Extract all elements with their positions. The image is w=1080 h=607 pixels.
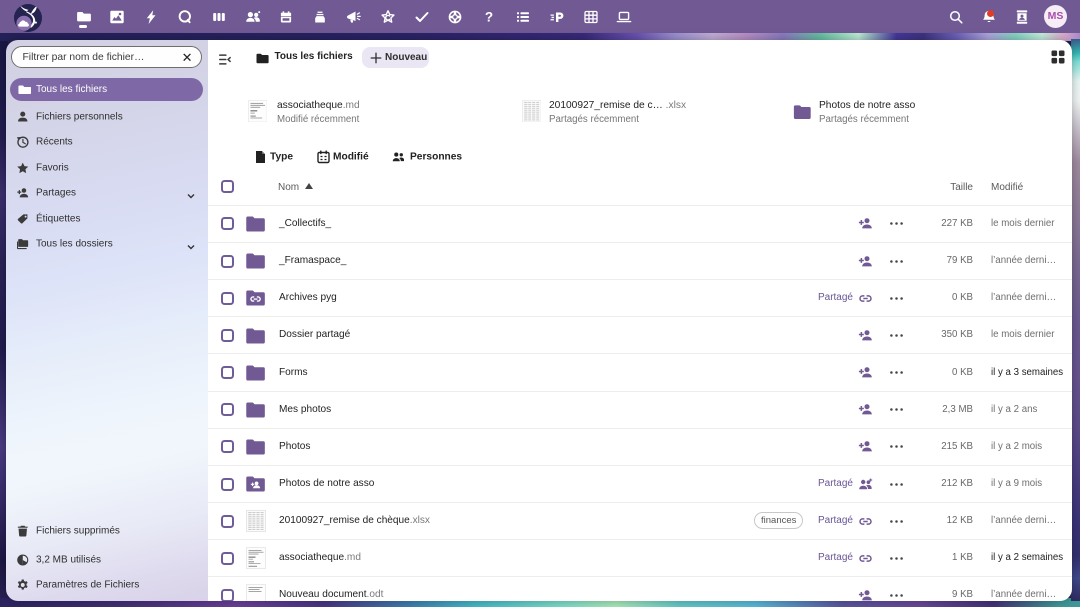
svg-text:?: ? [485, 10, 493, 25]
